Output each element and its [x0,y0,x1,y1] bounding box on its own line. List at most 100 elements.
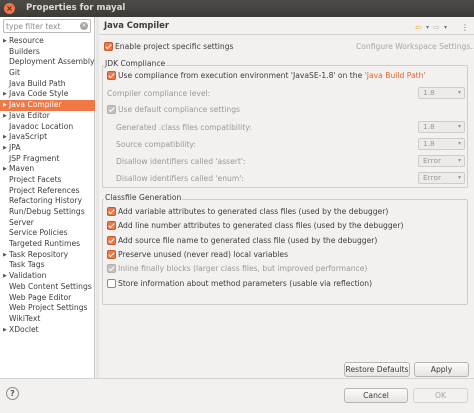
preferences-nav-panel: × ▶ResourceBuildersDeployment AssemblyGi… [0,17,95,378]
tree-item-label: Java Editor [9,110,50,120]
classfile-option-checkbox[interactable] [107,235,116,245]
clear-filter-icon[interactable]: × [80,22,88,30]
source-compat-select[interactable]: 1.8 ▾ [418,138,465,150]
tree-item[interactable]: Git [0,68,95,79]
expand-arrow-icon[interactable]: ▶ [3,325,7,336]
back-menu-icon[interactable]: ▾ [426,23,429,32]
tree-item[interactable]: ▶ JPA [0,143,95,154]
tree-item[interactable]: ▶ Java Compiler [0,100,95,111]
disallow-assert-label: Disallow identifiers called 'assert': [116,157,246,166]
tree-item-label: Java Compiler [9,100,62,110]
tree-item[interactable]: Service Policies [0,228,95,239]
compiler-compliance-level-select[interactable]: 1.8 ▾ [418,87,465,99]
tree-item[interactable]: ▶ Java Code Style [0,89,95,100]
tree-item[interactable]: ▶ Maven [0,164,95,175]
view-menu-icon[interactable]: ⋮ [461,23,469,32]
tree-item[interactable]: Task Tags [0,260,95,271]
ok-button[interactable]: OK [413,388,468,403]
tree-item[interactable]: Web Content Settings [0,282,95,293]
classfile-option-label: Add line number attributes to generated … [118,221,404,231]
restore-defaults-button[interactable]: Restore Defaults [344,362,410,377]
forward-arrow-icon[interactable]: ⇨ [433,23,440,32]
enable-project-specific-checkbox[interactable] [104,42,113,51]
tree-item[interactable]: Server [0,218,95,229]
window-title: Properties for mayal [26,3,126,13]
expand-arrow-icon[interactable]: ▶ [3,143,7,154]
expand-arrow-icon[interactable]: ▶ [3,111,7,122]
compiler-compliance-level-label: Compiler compliance level: [107,89,211,98]
generated-class-compat-select[interactable]: 1.8 ▾ [418,121,465,133]
expand-arrow-icon[interactable]: ▶ [3,164,7,175]
tree-item-label: Project References [9,185,80,195]
tree-item[interactable]: Targeted Runtimes [0,239,95,250]
cancel-button[interactable]: Cancel [344,388,408,403]
classfile-option-label: Inline finally blocks (larger class file… [118,264,368,274]
classfile-option-checkbox[interactable] [107,221,116,231]
tree-item[interactable]: ▶ Java Editor [0,111,95,122]
disallow-enum-value: Error [423,173,442,182]
expand-arrow-icon[interactable]: ▶ [3,271,7,282]
chevron-down-icon: ▾ [457,140,461,147]
tree-item-label: JSP Fragment [9,153,60,163]
page-title: Java Compiler [104,20,169,30]
window-close-button[interactable]: × [4,3,15,14]
back-arrow-icon[interactable]: ⇦ [415,23,422,32]
filter-field[interactable]: × [3,19,91,33]
classfile-option-checkbox[interactable] [107,207,116,216]
disallow-assert-value: Error [423,156,442,165]
apply-button[interactable]: Apply [414,362,469,377]
expand-arrow-icon[interactable]: ▶ [3,100,7,111]
tree-item[interactable]: Web Project Settings [0,303,95,314]
disallow-assert-select[interactable]: Error ▾ [418,155,465,167]
use-default-compliance-checkbox[interactable] [107,105,116,114]
tree-item-label: Java Build Path [9,78,66,88]
tree-item[interactable]: Builders [0,47,95,58]
tree-item[interactable]: ▶ JavaScript [0,132,95,143]
filter-input[interactable] [6,21,78,31]
tree-item[interactable]: Java Build Path [0,79,95,90]
classfile-option-label: Preserve unused (never read) local varia… [118,249,289,259]
tree-item[interactable]: WikiText [0,314,95,325]
expand-arrow-icon[interactable]: ▶ [3,132,7,143]
use-compliance-ee-checkbox[interactable] [107,71,116,80]
dialog-button-bar: ? Cancel OK [0,378,474,413]
tree-item[interactable]: ▶ Task Repository [0,250,95,261]
tree-item[interactable]: ▶ XDoclet [0,325,95,336]
tree-item[interactable]: Javadoc Location [0,122,95,133]
configure-workspace-link[interactable]: Configure Workspace Settings... [356,42,474,51]
java-build-path-link[interactable]: 'Java Build Path' [365,71,426,80]
tree-item-label: Refactoring History [9,196,83,206]
classfile-option-checkbox[interactable] [107,264,116,274]
property-page: Java Compiler ⇦ ▾ ⇨ ▾ ⋮ Enable project s… [99,17,474,378]
forward-menu-icon[interactable]: ▾ [444,23,447,32]
tree-item[interactable]: Run/Debug Settings [0,207,95,218]
disallow-enum-label: Disallow identifiers called 'enum': [116,174,244,183]
use-default-compliance-label: Use default compliance settings [118,105,241,114]
tree-item[interactable]: Refactoring History [0,196,95,207]
tree-item[interactable]: Project References [0,186,95,197]
tree-item-label: Service Policies [9,228,68,238]
tree-item[interactable]: Deployment Assembly [0,57,95,68]
expand-arrow-icon[interactable]: ▶ [3,36,7,47]
tree-item-label: Builders [9,46,40,56]
expand-arrow-icon[interactable]: ▶ [3,89,7,100]
classfile-option-checkbox[interactable] [107,249,116,259]
compiler-compliance-level-value: 1.8 [423,88,435,97]
tree-item-label: Web Project Settings [9,303,88,313]
tree-item[interactable]: ▶ Resource [0,36,95,47]
tree-item[interactable]: Project Facets [0,175,95,186]
generated-class-compat-label: Generated .class files compatibility: [116,123,252,132]
expand-arrow-icon[interactable]: ▶ [3,250,7,261]
help-icon[interactable]: ? [6,387,19,400]
chevron-down-icon: ▾ [457,174,461,181]
tree-item[interactable]: Web Page Editor [0,293,95,304]
header-separator [99,34,474,35]
tree-item[interactable]: JSP Fragment [0,154,95,165]
tree-item-label: Maven [9,164,35,174]
tree-item-label: Deployment Assembly [9,57,95,67]
classfile-option-checkbox[interactable] [107,278,116,288]
disallow-enum-select[interactable]: Error ▾ [418,172,465,184]
tree-item-label: Validation [9,271,47,281]
tree-item-label: Server [9,217,34,227]
tree-item[interactable]: ▶ Validation [0,271,95,282]
